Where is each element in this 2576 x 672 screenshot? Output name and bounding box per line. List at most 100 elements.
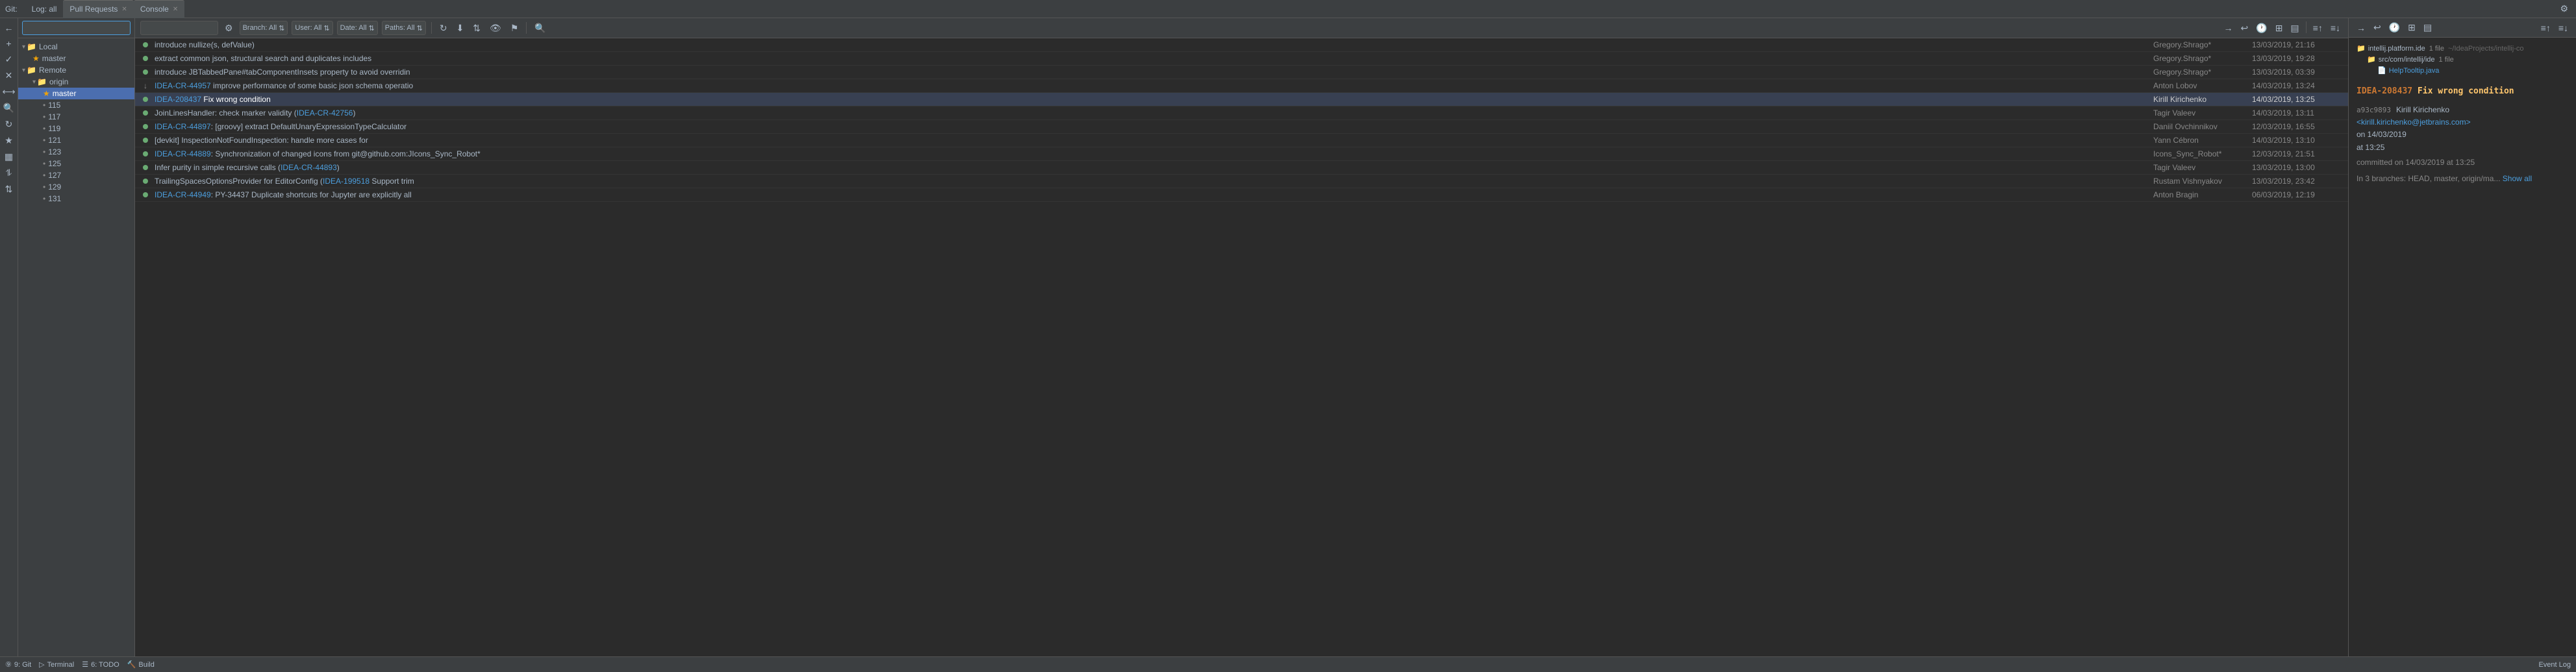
detail-commit-id-link[interactable]: IDEA-208437	[2357, 86, 2412, 96]
status-git[interactable]: ⑨ 9: Git	[5, 660, 31, 669]
refresh-icon[interactable]: ↻	[3, 117, 15, 132]
detail-meta: a93c9893 Kirill Kirichenko <kirill.kiric…	[2357, 104, 2568, 169]
commit-link-44889[interactable]: IDEA-CR-44889	[155, 149, 211, 158]
group-icon[interactable]: ▦	[3, 149, 15, 164]
detail-sort-desc-icon[interactable]: ≡↓	[2556, 21, 2571, 34]
close-console-tab[interactable]: ✕	[173, 6, 178, 13]
tab-console[interactable]: Console ✕	[134, 0, 184, 18]
settings-icon[interactable]: ⚙	[2557, 2, 2571, 16]
log-row-7[interactable]: [devkit] InspectionNotFoundInspection: h…	[135, 134, 2348, 147]
user-filter[interactable]: User: All ⇅	[292, 21, 332, 35]
detail-network-icon[interactable]: ⊞	[2405, 21, 2418, 34]
paths-filter[interactable]: Paths: All ⇅	[382, 21, 426, 35]
log-row-3[interactable]: ↓ IDEA-CR-44957 improve performance of s…	[135, 79, 2348, 93]
commit-link-208437[interactable]: IDEA-208437	[155, 95, 201, 104]
detail-undo-icon[interactable]: ↩	[2371, 21, 2384, 34]
refresh-log-icon[interactable]: ↻	[437, 21, 450, 35]
status-event-log[interactable]: Event Log	[2538, 661, 2571, 669]
sidebar-item-115[interactable]: • 115	[18, 99, 134, 111]
status-terminal[interactable]: ▷ Terminal	[39, 660, 74, 669]
star-icon[interactable]: ★	[3, 133, 15, 148]
commit-link-44957[interactable]: IDEA-CR-44957	[155, 81, 211, 90]
log-search-input[interactable]	[140, 21, 218, 35]
status-build[interactable]: 🔨 Build	[127, 660, 155, 669]
search-side-icon[interactable]: 🔍	[1, 101, 16, 116]
commit-link-44949[interactable]: IDEA-CR-44949	[155, 190, 211, 199]
sidebar-item-119[interactable]: • 119	[18, 123, 134, 134]
sidebar-item-125[interactable]: • 125	[18, 158, 134, 169]
detail-java-file-icon: 📄	[2377, 66, 2386, 75]
fetch-icon[interactable]: ⬇	[454, 21, 467, 35]
tab-pull-requests[interactable]: Pull Requests ✕	[63, 0, 133, 18]
log-row-1[interactable]: extract common json, structural search a…	[135, 52, 2348, 66]
clock-icon[interactable]: 🕐	[2253, 21, 2270, 35]
tag-icon[interactable]: ⚑	[508, 21, 521, 35]
sidebar-item-local[interactable]: ▾ 📁 Local	[18, 41, 134, 53]
sidebar-search-input[interactable]	[22, 21, 131, 35]
graph-icon[interactable]: ▤	[2288, 21, 2301, 35]
sidebar-item-127[interactable]: • 127	[18, 169, 134, 181]
detail-graph-icon[interactable]: ▤	[2421, 21, 2434, 34]
search-log-icon[interactable]: 🔍	[532, 21, 548, 35]
detail-arrow-right-icon[interactable]: →	[2354, 21, 2368, 34]
graph-dot-5	[140, 110, 151, 116]
network-icon[interactable]: ⊞	[2273, 21, 2286, 35]
date-filter[interactable]: Date: All ⇅	[337, 21, 378, 35]
sort-asc-icon[interactable]: ≡↑	[2310, 21, 2325, 35]
close-pull-requests-tab[interactable]: ✕	[121, 6, 127, 13]
log-author-11: Anton Bragin	[2148, 190, 2252, 199]
log-row-5[interactable]: JoinLinesHandler: check marker validity …	[135, 106, 2348, 120]
back-icon[interactable]: ←	[3, 21, 16, 35]
settings-log-icon[interactable]: ⚙	[222, 21, 236, 35]
detail-sort-asc-icon[interactable]: ≡↑	[2538, 21, 2553, 34]
undo-icon[interactable]: ↩	[2238, 21, 2251, 35]
detail-clock-icon[interactable]: 🕐	[2386, 21, 2403, 34]
detail-file-item[interactable]: 📄 HelpTooltip.java	[2357, 65, 2568, 76]
sort-up-icon[interactable]: ⥮	[3, 166, 14, 180]
add-icon[interactable]: +	[4, 36, 13, 51]
graph-dot-2	[140, 69, 151, 75]
branch-icon[interactable]: ⇅	[470, 21, 483, 35]
log-message-2: introduce JBTabbedPane#tabComponentInset…	[155, 68, 2148, 77]
sidebar-item-121[interactable]: • 121	[18, 134, 134, 146]
log-row-9[interactable]: Infer purity in simple recursive calls (…	[135, 161, 2348, 175]
merge-icon[interactable]: ⟷	[0, 84, 17, 99]
sidebar-item-remote[interactable]: ▾ 📁 Remote	[18, 64, 134, 76]
sidebar-item-origin[interactable]: ▾ 📁 origin	[18, 76, 134, 88]
arrow-right-icon[interactable]: →	[2221, 21, 2236, 35]
commit-link-199518[interactable]: IDEA-199518	[323, 177, 369, 186]
sort-desc-icon[interactable]: ≡↓	[2328, 21, 2343, 35]
sidebar-item-123[interactable]: • 123	[18, 146, 134, 158]
sort-down-icon[interactable]: ⇅	[3, 182, 15, 197]
detail-folder-icon-2: 📁	[2367, 55, 2376, 64]
log-row-10[interactable]: TrailingSpacesOptionsProvider for Editor…	[135, 175, 2348, 188]
sidebar-item-117[interactable]: • 117	[18, 111, 134, 123]
sidebar: ▾ 📁 Local ★ master ▾ 📁 Remote ▾	[18, 18, 135, 656]
log-author-9: Tagir Valeev	[2148, 163, 2252, 172]
log-row-8[interactable]: IDEA-CR-44889: Synchronization of change…	[135, 147, 2348, 161]
commit-link-44897[interactable]: IDEA-CR-44897	[155, 122, 211, 131]
commit-link-44893[interactable]: IDEA-CR-44893	[281, 163, 337, 172]
tab-log-all[interactable]: Log: all	[25, 0, 64, 18]
log-message-10: TrailingSpacesOptionsProvider for Editor…	[155, 177, 2148, 186]
sidebar-item-131[interactable]: • 131	[18, 193, 134, 205]
sidebar-item-master-local[interactable]: ★ master	[18, 53, 134, 64]
log-row-6[interactable]: IDEA-CR-44897: [groovy] extract DefaultU…	[135, 120, 2348, 134]
check-icon[interactable]: ✓	[3, 52, 15, 67]
detail-file-link[interactable]: HelpTooltip.java	[2389, 67, 2440, 75]
log-row-4[interactable]: IDEA-208437 Fix wrong condition Kirill K…	[135, 93, 2348, 106]
delete-icon[interactable]: ✕	[3, 68, 15, 83]
status-todo[interactable]: ☰ 6: TODO	[82, 660, 119, 669]
sidebar-item-129[interactable]: • 129	[18, 181, 134, 193]
vertical-action-bar: ← + ✓ ✕ ⟷ 🔍 ↻ ★ ▦ ⥮ ⇅	[0, 18, 18, 656]
sidebar-item-origin-master[interactable]: ★ master	[18, 88, 134, 99]
detail-show-all-link[interactable]: Show all	[2503, 174, 2532, 183]
log-row-0[interactable]: introduce nullize(s, defValue) Gregory.S…	[135, 38, 2348, 52]
commit-link-42756[interactable]: IDEA-CR-42756	[297, 108, 353, 118]
detail-hash: a93c9893	[2357, 105, 2391, 116]
terminal-icon: ▷	[39, 660, 44, 669]
log-row-2[interactable]: introduce JBTabbedPane#tabComponentInset…	[135, 66, 2348, 79]
log-row-11[interactable]: IDEA-CR-44949: PY-34437 Duplicate shortc…	[135, 188, 2348, 202]
branch-filter[interactable]: Branch: All ⇅	[240, 21, 288, 35]
eye-icon[interactable]: 👁	[487, 21, 504, 35]
